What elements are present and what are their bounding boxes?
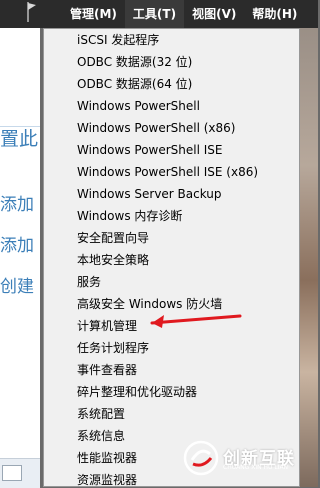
menu-item[interactable]: 服务 bbox=[44, 271, 299, 293]
menu-item[interactable]: Windows PowerShell ISE bbox=[44, 139, 299, 161]
menu-manage[interactable]: 管理(M) bbox=[62, 0, 125, 28]
watermark-logo-icon bbox=[183, 440, 219, 476]
menu-item[interactable]: 安全配置向导 bbox=[44, 227, 299, 249]
menu-item[interactable]: ODBC 数据源(32 位) bbox=[44, 51, 299, 73]
menu-item[interactable]: Windows PowerShell ISE (x86) bbox=[44, 161, 299, 183]
desktop-background bbox=[300, 28, 318, 487]
menu-item[interactable]: 事件查看器 bbox=[44, 359, 299, 381]
server-manager-content: 置此 添加 添加 创建 bbox=[0, 28, 40, 488]
menu-bar: 管理(M) 工具(T) 视图(V) 帮助(H) bbox=[62, 0, 305, 28]
menu-item[interactable]: 碎片整理和优化驱动器 bbox=[44, 381, 299, 403]
menu-item[interactable]: Windows PowerShell (x86) bbox=[44, 117, 299, 139]
menu-item[interactable]: Windows Server Backup bbox=[44, 183, 299, 205]
menu-help[interactable]: 帮助(H) bbox=[244, 0, 305, 28]
add-roles-link[interactable]: 添加 bbox=[0, 190, 34, 215]
red-annotation-arrow bbox=[150, 314, 242, 328]
bottom-panel bbox=[0, 458, 40, 488]
title-bar: 管理(M) 工具(T) 视图(V) 帮助(H) bbox=[0, 0, 318, 28]
tools-dropdown-menu: iSCSI 发起程序 ODBC 数据源(32 位) ODBC 数据源(64 位) Wi… bbox=[43, 28, 300, 487]
watermark: 创新互联 CHUANG XIN HU LIAN bbox=[183, 440, 313, 476]
menu-item[interactable]: 本地安全策略 bbox=[44, 249, 299, 271]
menu-tools[interactable]: 工具(T) bbox=[124, 0, 185, 28]
watermark-subtext: CHUANG XIN HU LIAN bbox=[223, 464, 289, 471]
menu-item[interactable]: ODBC 数据源(64 位) bbox=[44, 73, 299, 95]
menu-item[interactable]: Windows PowerShell bbox=[44, 95, 299, 117]
menu-item[interactable]: 任务计划程序 bbox=[44, 337, 299, 359]
tile bbox=[2, 465, 22, 481]
tools-menu-list: iSCSI 发起程序 ODBC 数据源(32 位) ODBC 数据源(64 位) Wi… bbox=[44, 29, 299, 486]
flag-icon[interactable] bbox=[27, 2, 37, 22]
menu-item[interactable]: Windows 内存诊断 bbox=[44, 205, 299, 227]
create-group-link[interactable]: 创建 bbox=[0, 272, 34, 297]
menu-view[interactable]: 视图(V) bbox=[184, 0, 244, 28]
add-servers-link[interactable]: 添加 bbox=[0, 231, 34, 256]
configure-heading: 置此 bbox=[0, 128, 39, 150]
menu-item[interactable]: 系统配置 bbox=[44, 403, 299, 425]
menu-item[interactable]: iSCSI 发起程序 bbox=[44, 29, 299, 51]
